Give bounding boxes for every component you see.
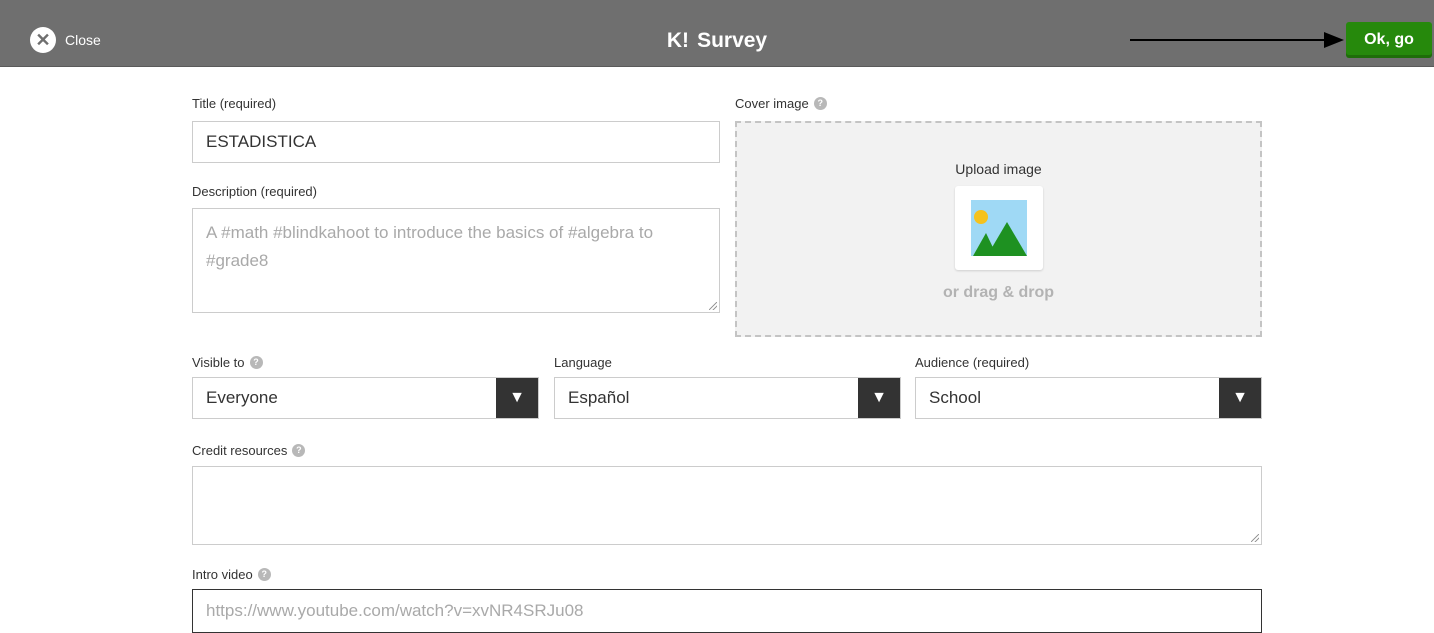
- intro-video-label-text: Intro video: [192, 567, 253, 582]
- help-icon[interactable]: ?: [257, 568, 271, 581]
- image-placeholder-icon: [971, 200, 1027, 256]
- close-label: Close: [65, 32, 101, 48]
- ok-go-button[interactable]: Ok, go: [1346, 22, 1432, 58]
- visible-to-value: Everyone: [206, 388, 278, 407]
- audience-label: Audience (required): [915, 355, 1029, 370]
- chevron-down-icon[interactable]: ▼: [1219, 378, 1261, 418]
- credit-resources-textarea[interactable]: [192, 466, 1262, 545]
- language-label-text: Language: [554, 355, 612, 370]
- arrow-right-icon: [1130, 32, 1344, 48]
- top-bar: ✕ Close K! Survey Ok, go: [0, 0, 1434, 67]
- visible-to-select[interactable]: Everyone ▼: [192, 377, 539, 419]
- resize-handle[interactable]: [709, 302, 717, 310]
- cover-image-label-text: Cover image: [735, 96, 809, 111]
- audience-label-text: Audience (required): [915, 355, 1030, 370]
- close-button[interactable]: ✕ Close: [30, 25, 101, 55]
- cover-image-dropzone[interactable]: Upload image or drag & drop: [735, 121, 1262, 337]
- description-textarea[interactable]: A #math #blindkahoot to introduce the ba…: [192, 208, 720, 313]
- audience-value: School: [929, 388, 981, 407]
- upload-image-label: Upload image: [955, 161, 1042, 177]
- help-icon[interactable]: ?: [249, 356, 263, 369]
- upload-image-button[interactable]: [955, 186, 1043, 270]
- close-icon: ✕: [30, 27, 56, 53]
- title-label-text: Title (required): [192, 96, 277, 111]
- description-placeholder: A #math #blindkahoot to introduce the ba…: [206, 223, 654, 270]
- drag-drop-label: or drag & drop: [942, 284, 1055, 301]
- intro-video-placeholder: https://www.youtube.com/watch?v=xvNR4SRJ…: [206, 601, 584, 620]
- help-icon[interactable]: ?: [813, 97, 827, 110]
- chevron-down-icon[interactable]: ▼: [858, 378, 900, 418]
- resize-handle[interactable]: [1251, 534, 1259, 542]
- credit-resources-label: Credit resources ?: [192, 443, 306, 458]
- title-input[interactable]: ESTADISTICA: [192, 121, 720, 163]
- visible-to-label-text: Visible to: [192, 355, 245, 370]
- chevron-down-icon[interactable]: ▼: [496, 378, 538, 418]
- page-title: Survey: [697, 29, 768, 52]
- cover-image-label: Cover image ?: [735, 96, 827, 111]
- language-value: Español: [568, 388, 630, 407]
- credit-resources-label-text: Credit resources: [192, 443, 288, 458]
- kahoot-logo: K!: [666, 29, 690, 52]
- language-label: Language: [554, 355, 612, 370]
- intro-video-label: Intro video ?: [192, 567, 271, 582]
- visible-to-label: Visible to ?: [192, 355, 263, 370]
- title-value: ESTADISTICA: [206, 132, 317, 151]
- title-label: Title (required): [192, 96, 276, 111]
- intro-video-input[interactable]: https://www.youtube.com/watch?v=xvNR4SRJ…: [192, 589, 1262, 633]
- help-icon[interactable]: ?: [292, 444, 306, 457]
- description-label: Description (required): [192, 184, 317, 199]
- language-select[interactable]: Español ▼: [554, 377, 901, 419]
- description-label-text: Description (required): [192, 184, 317, 199]
- audience-select[interactable]: School ▼: [915, 377, 1262, 419]
